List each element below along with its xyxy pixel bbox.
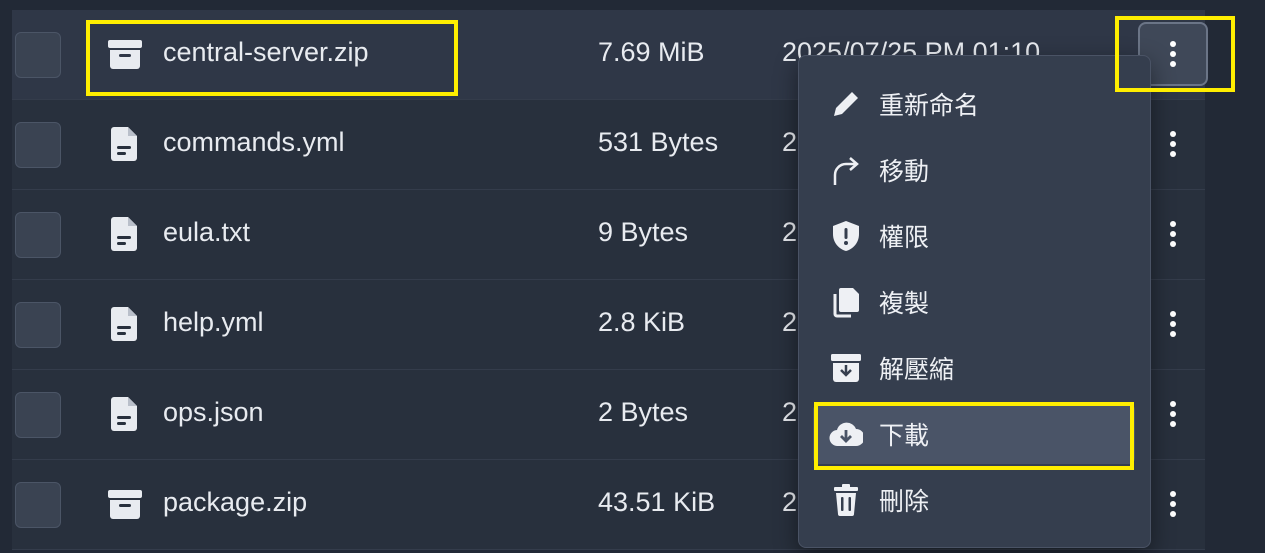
copy-icon (829, 285, 863, 319)
file-name[interactable]: package.zip (163, 487, 307, 518)
file-text-icon (111, 127, 137, 161)
row-checkbox[interactable] (15, 212, 61, 258)
file-size: 531 Bytes (598, 127, 719, 157)
file-size: 2.8 KiB (598, 307, 686, 337)
menu-item-extract[interactable]: 解壓縮 (813, 338, 1135, 398)
shield-icon (829, 219, 863, 253)
archive-icon (108, 40, 142, 69)
menu-item-label: 解壓縮 (879, 355, 955, 384)
vertical-dots-icon (1170, 41, 1176, 67)
row-checkbox[interactable] (15, 482, 61, 528)
file-size: 43.51 KiB (598, 487, 716, 517)
menu-item-download[interactable]: 下載 (813, 404, 1135, 464)
unarchive-icon (829, 351, 863, 385)
vertical-dots-icon (1170, 131, 1176, 157)
menu-item-copy[interactable]: 複製 (813, 272, 1135, 332)
vertical-dots-icon (1170, 221, 1176, 247)
menu-item-delete[interactable]: 刪除 (813, 470, 1135, 530)
vertical-dots-icon (1170, 311, 1176, 337)
menu-item-label: 複製 (879, 289, 930, 318)
file-name[interactable]: help.yml (163, 307, 264, 338)
pencil-icon (829, 87, 863, 121)
menu-item-label: 移動 (879, 157, 930, 186)
row-checkbox[interactable] (15, 122, 61, 168)
context-menu: 重新命名 移動 權限 複製 解壓縮 下載 刪除 (798, 55, 1151, 548)
row-checkbox[interactable] (15, 392, 61, 438)
row-checkbox[interactable] (15, 32, 61, 78)
file-name[interactable]: commands.yml (163, 127, 345, 158)
menu-item-rename[interactable]: 重新命名 (813, 74, 1135, 134)
file-name[interactable]: ops.json (163, 397, 264, 428)
file-size: 7.69 MiB (598, 37, 705, 67)
file-name[interactable]: central-server.zip (163, 37, 369, 68)
archive-icon (108, 490, 142, 519)
file-size: 9 Bytes (598, 217, 689, 247)
vertical-dots-icon (1170, 491, 1176, 517)
menu-item-move[interactable]: 移動 (813, 140, 1135, 200)
trash-icon (829, 483, 863, 517)
menu-item-label: 刪除 (879, 487, 930, 516)
cloud-download-icon (829, 417, 863, 451)
menu-item-label: 重新命名 (879, 91, 980, 120)
file-size: 2 Bytes (598, 397, 689, 427)
file-text-icon (111, 217, 137, 251)
menu-item-permissions[interactable]: 權限 (813, 206, 1135, 266)
menu-item-label: 下載 (879, 421, 930, 450)
vertical-dots-icon (1170, 401, 1176, 427)
file-name[interactable]: eula.txt (163, 217, 250, 248)
file-text-icon (111, 397, 137, 431)
move-arrow-icon (829, 153, 863, 187)
menu-item-label: 權限 (879, 223, 930, 252)
file-text-icon (111, 307, 137, 341)
row-checkbox[interactable] (15, 302, 61, 348)
